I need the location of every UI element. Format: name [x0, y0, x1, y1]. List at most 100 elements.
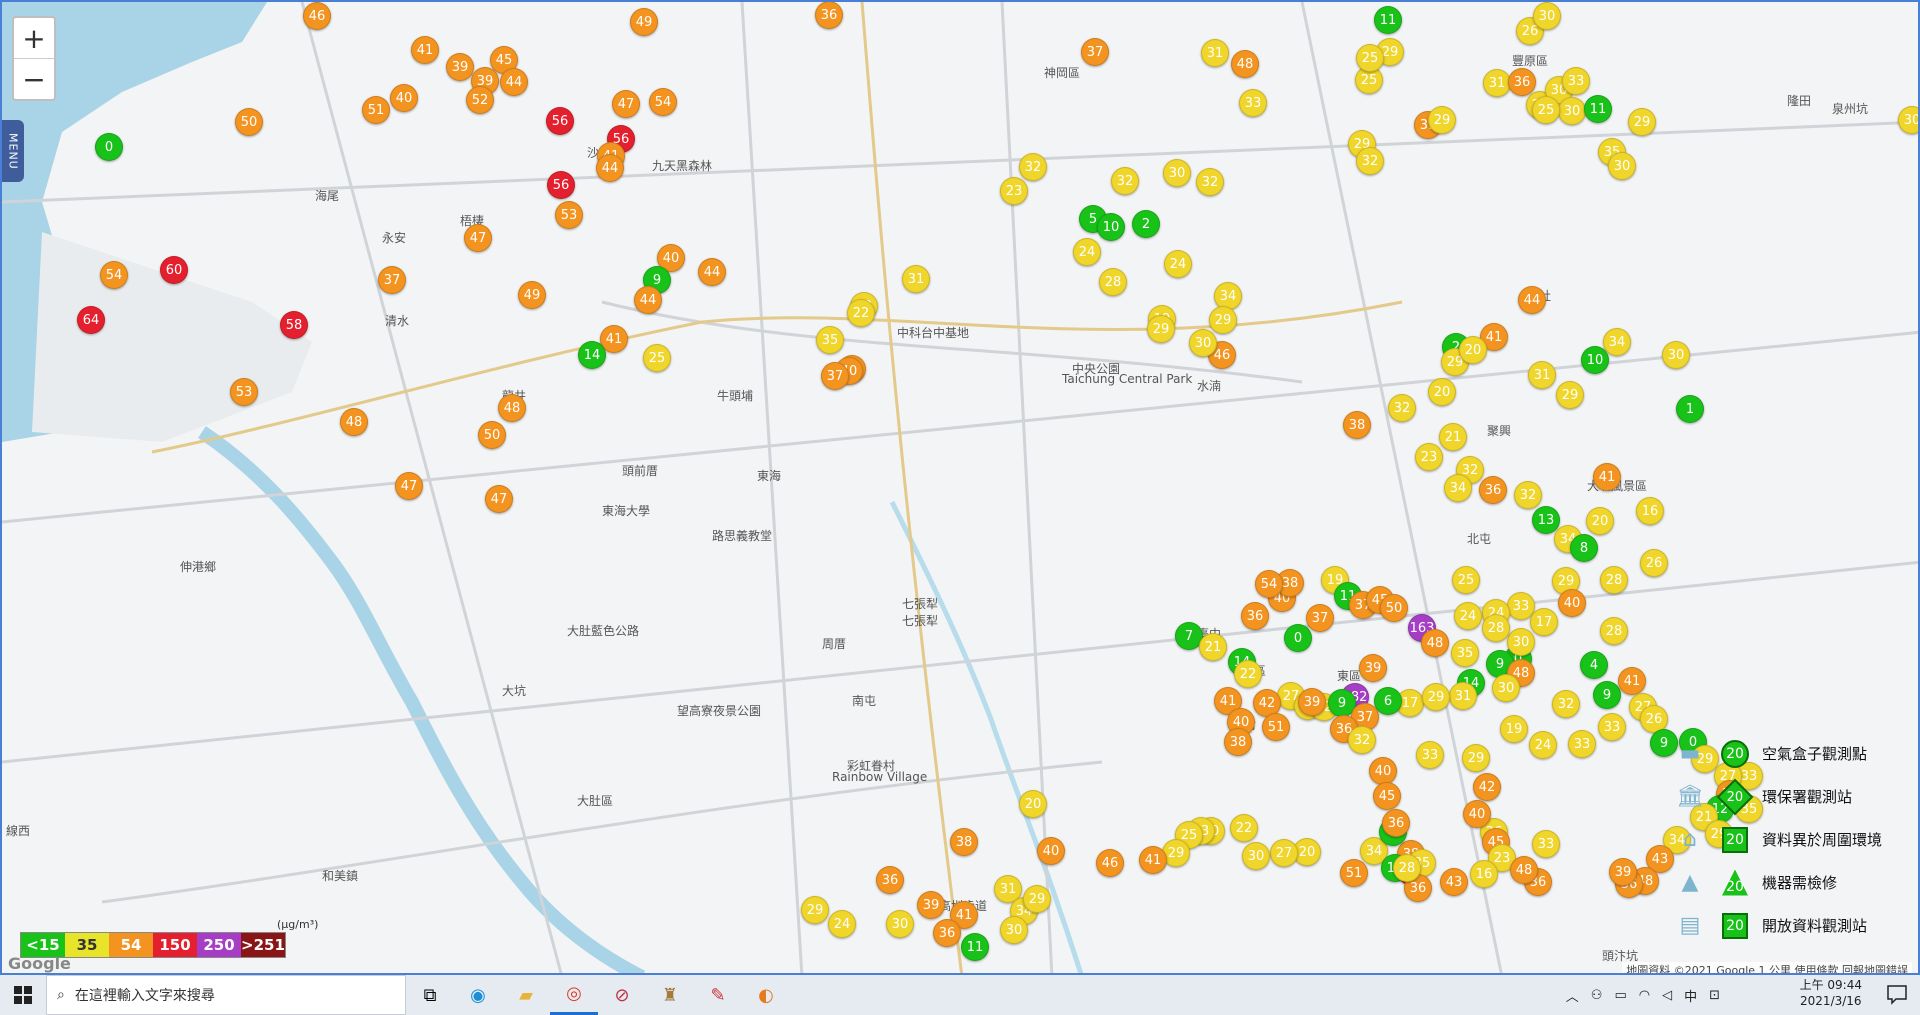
pm25-marker[interactable]: 22 [1230, 814, 1258, 842]
edge-browser-icon[interactable]: ◉ [454, 975, 502, 1015]
pm25-marker[interactable]: 35 [1451, 639, 1479, 667]
pm25-marker[interactable]: 37 [1081, 38, 1109, 66]
pm25-marker[interactable]: 47 [395, 472, 423, 500]
pm25-marker[interactable]: 48 [1510, 856, 1538, 884]
pm25-marker[interactable]: 34 [1444, 474, 1472, 502]
pm25-marker[interactable]: 34 [1603, 328, 1631, 356]
pm25-marker[interactable]: 28 [1099, 268, 1127, 296]
pm25-marker[interactable]: 11 [1584, 95, 1612, 123]
pm25-marker[interactable]: 6 [1374, 687, 1402, 715]
pm25-marker[interactable]: 25 [643, 344, 671, 372]
pm25-marker[interactable]: 41 [1618, 667, 1646, 695]
pm25-marker[interactable]: 49 [518, 281, 546, 309]
pm25-marker[interactable]: 50 [235, 108, 263, 136]
pm25-marker[interactable]: 38 [950, 828, 978, 856]
pm25-marker[interactable]: 36 [1382, 809, 1410, 837]
pm25-marker[interactable]: 39 [917, 891, 945, 919]
pm25-marker[interactable]: 32 [1552, 690, 1580, 718]
clock[interactable]: 上午 09:44 2021/3/16 [1800, 977, 1862, 1009]
pm25-marker[interactable]: 25 [1532, 96, 1560, 124]
wifi-icon[interactable]: ◠ [1639, 988, 1650, 1003]
pm25-marker[interactable]: 51 [1340, 859, 1368, 887]
pm25-marker[interactable]: 33 [1416, 741, 1444, 769]
pm25-marker[interactable]: 47 [485, 485, 513, 513]
pm25-marker[interactable]: 41 [1593, 463, 1621, 491]
pm25-marker[interactable]: 44 [698, 258, 726, 286]
pm25-marker[interactable]: 47 [464, 224, 492, 252]
pm25-marker[interactable]: 23 [1000, 177, 1028, 205]
pm25-marker[interactable]: 21 [1199, 633, 1227, 661]
pm25-marker[interactable]: 37 [378, 266, 406, 294]
pm25-marker[interactable]: 32 [1514, 481, 1542, 509]
pm25-marker[interactable]: 24 [828, 910, 856, 938]
pm25-marker[interactable]: 30 [1558, 97, 1586, 125]
pm25-marker[interactable]: 49 [630, 8, 658, 36]
pm25-marker[interactable]: 64 [77, 306, 105, 334]
pm25-marker[interactable]: 29 [801, 896, 829, 924]
pm25-marker[interactable]: 54 [649, 88, 677, 116]
pm25-marker[interactable]: 30 [1242, 842, 1270, 870]
pm25-marker[interactable]: 9 [1593, 681, 1621, 709]
pm25-marker[interactable]: 27 [1270, 839, 1298, 867]
pm25-marker[interactable]: 32 [1356, 147, 1384, 175]
pm25-marker[interactable]: 0 [95, 133, 123, 161]
notification-icon[interactable] [1886, 983, 1910, 1007]
pm25-marker[interactable]: 44 [1518, 286, 1546, 314]
pm25-marker[interactable]: 31 [1483, 69, 1511, 97]
pm25-marker[interactable]: 44 [634, 286, 662, 314]
pm25-marker[interactable]: 31 [1449, 682, 1477, 710]
pm25-marker[interactable]: 44 [500, 68, 528, 96]
pm25-marker[interactable]: 30 [1533, 2, 1561, 30]
pm25-marker[interactable]: 31 [1201, 39, 1229, 67]
pm25-marker[interactable]: 37 [821, 362, 849, 390]
pm25-marker[interactable]: 29 [1428, 106, 1456, 134]
pm25-marker[interactable]: 56 [546, 107, 574, 135]
pm25-marker[interactable]: 30 [1898, 106, 1918, 134]
taskbar-search[interactable]: ⌕ 在這裡輸入文字來搜尋 [46, 975, 406, 1015]
pm25-marker[interactable]: 30 [886, 910, 914, 938]
pm25-marker[interactable]: 36 [1479, 476, 1507, 504]
pm25-marker[interactable]: 1 [1676, 395, 1704, 423]
pm25-marker[interactable]: 50 [478, 421, 506, 449]
pm25-marker[interactable]: 53 [555, 201, 583, 229]
pm25-marker[interactable]: 30 [1608, 152, 1636, 180]
pm25-marker[interactable]: 40 [1463, 800, 1491, 828]
pm25-marker[interactable]: 56 [547, 171, 575, 199]
pm25-marker[interactable]: 10 [1581, 346, 1609, 374]
pm25-marker[interactable]: 54 [1255, 570, 1283, 598]
pm25-marker[interactable]: 10 [1097, 213, 1125, 241]
task-view-icon[interactable]: ⧉ [406, 975, 454, 1015]
pm25-marker[interactable]: 39 [1298, 688, 1326, 716]
pm25-marker[interactable]: 19 [1500, 715, 1528, 743]
pm25-marker[interactable]: 2 [1132, 210, 1160, 238]
pm25-marker[interactable]: 38 [1224, 728, 1252, 756]
pm25-marker[interactable]: 24 [1454, 602, 1482, 630]
pm25-marker[interactable]: 36 [1508, 68, 1536, 96]
pm25-marker[interactable]: 11 [1374, 6, 1402, 34]
zoom-in-button[interactable]: + [14, 18, 54, 59]
pm25-marker[interactable]: 33 [1598, 713, 1626, 741]
pm25-marker[interactable]: 36 [876, 866, 904, 894]
pm25-marker[interactable]: 36 [933, 919, 961, 947]
pm25-marker[interactable]: 28 [1482, 614, 1510, 642]
blender-icon[interactable]: ◐ [742, 975, 790, 1015]
pm25-marker[interactable]: 16 [1470, 860, 1498, 888]
pm25-marker[interactable]: 54 [100, 261, 128, 289]
pm25-marker[interactable]: 4 [1580, 651, 1608, 679]
pm25-marker[interactable]: 24 [1529, 731, 1557, 759]
pm25-marker[interactable]: 48 [340, 408, 368, 436]
pm25-marker[interactable]: 25 [1452, 566, 1480, 594]
pm25-marker[interactable]: 28 [1600, 617, 1628, 645]
pm25-marker[interactable]: 25 [1356, 44, 1384, 72]
pm25-marker[interactable]: 30 [1163, 159, 1191, 187]
pm25-marker[interactable]: 30 [1662, 341, 1690, 369]
pm25-marker[interactable]: 22 [847, 299, 875, 327]
pm25-marker[interactable]: 32 [1348, 726, 1376, 754]
pm25-marker[interactable]: 32 [1111, 167, 1139, 195]
pm25-marker[interactable]: 14 [578, 341, 606, 369]
chrome-browser-icon[interactable]: ◎ [550, 975, 598, 1015]
pm25-marker[interactable]: 41 [1139, 846, 1167, 874]
pm25-marker[interactable]: 45 [1373, 782, 1401, 810]
pm25-marker[interactable]: 29 [1462, 744, 1490, 772]
pm25-marker[interactable]: 38 [1343, 411, 1371, 439]
